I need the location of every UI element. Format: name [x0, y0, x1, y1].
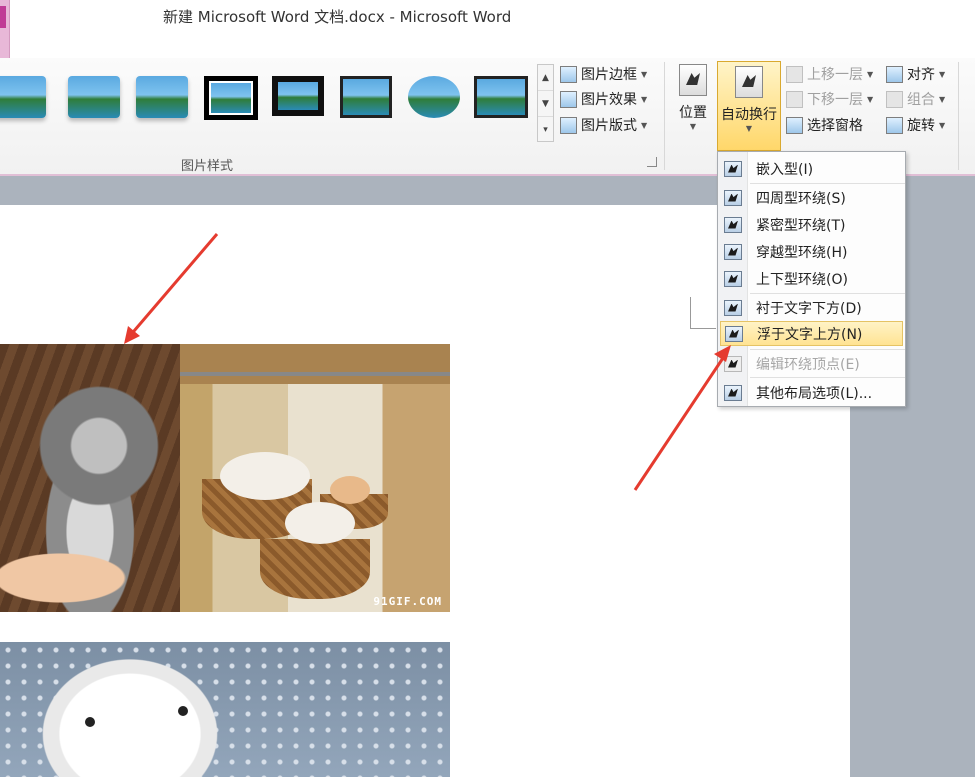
rotate-button[interactable]: 旋转 ▼ — [886, 114, 945, 136]
picture-border-button[interactable]: 图片边框 ▼ — [560, 63, 647, 85]
chevron-down-icon: ▼ — [867, 69, 874, 79]
selection-pane-icon — [786, 116, 803, 134]
picture-style-thumbnail[interactable] — [0, 76, 46, 118]
picture-style-thumbnail[interactable] — [474, 76, 528, 118]
gallery-scroller[interactable]: ▲ ▼ ▾ — [537, 64, 554, 142]
wrap-in-front-of-text-icon — [725, 325, 743, 342]
picture-style-thumbnail[interactable] — [204, 76, 258, 120]
picture-layout-button[interactable]: 图片版式 ▼ — [560, 114, 647, 136]
bring-forward-icon — [786, 65, 803, 83]
gallery-down-icon[interactable]: ▼ — [538, 91, 553, 117]
wrap-text-menu: 嵌入型(I) 四周型环绕(S) 紧密型环绕(T) 穿越型环绕(H) 上下型环绕(… — [717, 151, 906, 407]
watermark: 91GIF.COM — [373, 595, 442, 608]
wrap-square-icon — [724, 189, 742, 206]
wrap-behind-text-icon — [724, 299, 742, 316]
menu-item-top-bottom[interactable]: 上下型环绕(O) — [720, 266, 903, 291]
group-button[interactable]: 组合 ▼ — [886, 88, 945, 110]
send-backward-button[interactable]: 下移一层 ▼ — [786, 88, 873, 110]
dialog-launcher-icon[interactable] — [647, 157, 657, 167]
wrap-inline-icon — [724, 160, 742, 177]
white-kitten-photo[interactable] — [0, 642, 450, 777]
position-button[interactable]: 位置 ▼ — [672, 64, 714, 131]
gallery-up-icon[interactable]: ▲ — [538, 65, 553, 91]
window-title: 新建 Microsoft Word 文档.docx - Microsoft Wo… — [163, 8, 512, 26]
edit-wrap-points-icon — [724, 355, 742, 372]
picture-effects-button[interactable]: 图片效果 ▼ — [560, 88, 647, 110]
menu-item-more-layout-options[interactable]: 其他布局选项(L)... — [720, 380, 903, 405]
menu-item-square[interactable]: 四周型环绕(S) — [720, 185, 903, 210]
menu-item-edit-wrap-points[interactable]: 编辑环绕顶点(E) — [720, 351, 903, 376]
menu-item-in-front-of-text[interactable]: 浮于文字上方(N) — [720, 321, 903, 346]
kitten-photo[interactable] — [0, 344, 180, 612]
send-backward-icon — [786, 90, 803, 108]
cats-in-baskets-photo[interactable]: 91GIF.COM — [180, 344, 450, 612]
picture-layout-icon — [560, 116, 577, 134]
chevron-down-icon: ▼ — [939, 94, 946, 104]
picture-effects-icon — [560, 90, 577, 108]
chevron-down-icon: ▼ — [689, 122, 697, 131]
picture-style-thumbnail[interactable] — [272, 76, 324, 116]
rotate-icon — [886, 116, 903, 134]
picture-style-thumbnail[interactable] — [340, 76, 392, 118]
picture-border-icon — [560, 65, 577, 83]
position-icon — [679, 64, 707, 96]
picture-style-thumbnail[interactable] — [68, 76, 120, 118]
layout-options-icon — [724, 384, 742, 401]
selection-pane-button[interactable]: 选择窗格 — [786, 114, 863, 136]
wrap-text-icon — [735, 66, 763, 98]
menu-item-tight[interactable]: 紧密型环绕(T) — [720, 212, 903, 237]
menu-item-behind-text[interactable]: 衬于文字下方(D) — [720, 295, 903, 320]
wrap-text-button[interactable]: 自动换行 ▼ — [717, 61, 781, 151]
picture-style-thumbnail[interactable] — [408, 76, 460, 118]
group-icon — [886, 90, 903, 108]
wrap-through-icon — [724, 243, 742, 260]
gallery-more-icon[interactable]: ▾ — [538, 117, 553, 143]
chevron-down-icon: ▼ — [641, 120, 648, 130]
bring-forward-button[interactable]: 上移一层 ▼ — [786, 63, 873, 85]
picture-style-thumbnail[interactable] — [136, 76, 188, 118]
word-app-icon[interactable] — [0, 0, 10, 58]
chevron-down-icon: ▼ — [745, 124, 753, 133]
picture-styles-group-label: 图片样式 — [181, 159, 234, 174]
chevron-down-icon: ▼ — [867, 94, 874, 104]
chevron-down-icon: ▼ — [641, 94, 648, 104]
wrap-top-bottom-icon — [724, 270, 742, 287]
align-icon — [886, 65, 903, 83]
title-bar: 新建 Microsoft Word 文档.docx - Microsoft Wo… — [0, 0, 975, 60]
chevron-down-icon: ▼ — [641, 69, 648, 79]
margin-marker — [690, 297, 716, 329]
align-button[interactable]: 对齐 ▼ — [886, 63, 945, 85]
wrap-tight-icon — [724, 216, 742, 233]
menu-item-inline[interactable]: 嵌入型(I) — [720, 156, 903, 181]
chevron-down-icon: ▼ — [939, 69, 946, 79]
chevron-down-icon: ▼ — [939, 120, 946, 130]
menu-item-through[interactable]: 穿越型环绕(H) — [720, 239, 903, 264]
